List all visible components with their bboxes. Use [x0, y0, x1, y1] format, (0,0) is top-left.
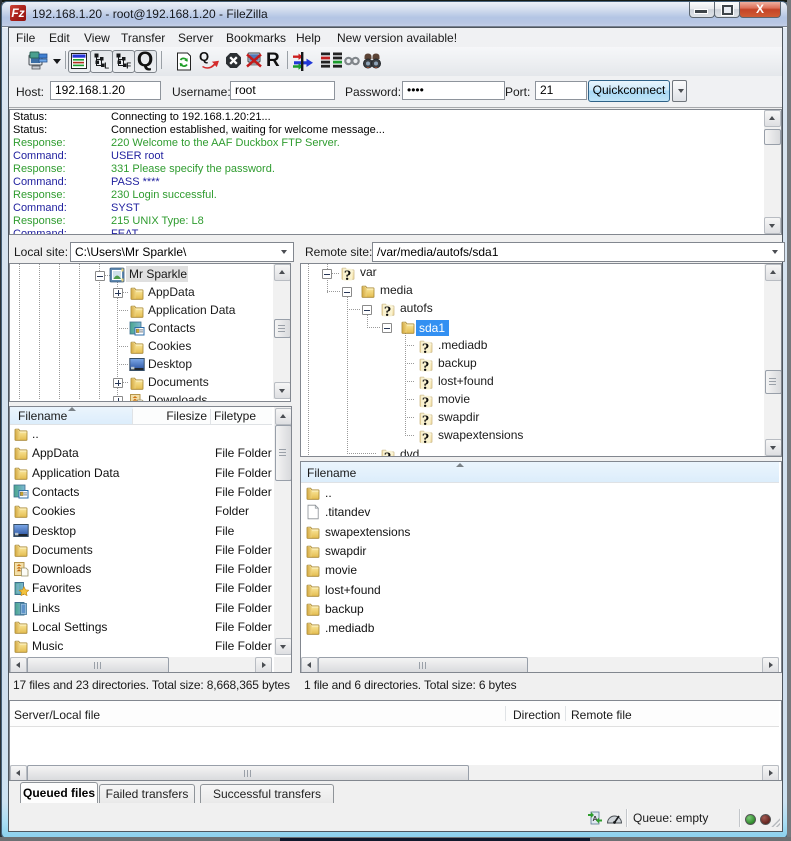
svg-text:A: A	[592, 816, 597, 823]
svg-text:L: L	[104, 62, 109, 70]
svg-text:F: F	[126, 62, 131, 70]
